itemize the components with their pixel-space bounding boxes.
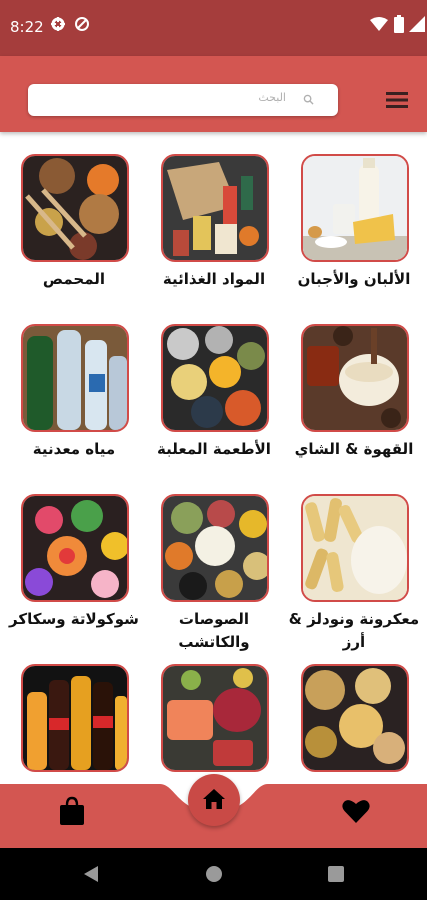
settings-icon bbox=[51, 17, 65, 31]
category-label: القهوة & الشاي bbox=[294, 440, 414, 458]
status-time: 8:22 bbox=[10, 18, 44, 36]
bag-icon[interactable] bbox=[58, 796, 86, 826]
category-label: المحمص bbox=[42, 270, 106, 288]
status-bar: 8:22 bbox=[0, 0, 427, 56]
category-image-canned bbox=[161, 324, 269, 432]
category-label: الأطعمة المعلبة bbox=[157, 440, 271, 458]
menu-icon[interactable] bbox=[386, 92, 408, 108]
category-image-groceries bbox=[161, 154, 269, 262]
category-label: معكرونة ونودلز & أرز bbox=[288, 610, 420, 651]
category-image-drinks bbox=[21, 664, 129, 772]
app-bar: البحث bbox=[0, 56, 427, 132]
home-button[interactable] bbox=[188, 774, 240, 826]
home-nav-icon[interactable] bbox=[205, 865, 223, 883]
search-placeholder: البحث bbox=[258, 91, 286, 104]
battery-icon bbox=[394, 15, 404, 33]
category-image-sauces bbox=[161, 494, 269, 602]
category-label: الألبان والأجبان bbox=[297, 270, 411, 288]
category-label: شوكولاتة وسكاكر bbox=[9, 610, 139, 628]
category-image-meat bbox=[161, 664, 269, 772]
category-image-snacks bbox=[301, 664, 409, 772]
category-label: الصوصات والكاتشب bbox=[178, 610, 250, 651]
data-saver-icon bbox=[75, 17, 89, 31]
category-image-roastery bbox=[21, 154, 129, 262]
category-image-coffee-tea bbox=[301, 324, 409, 432]
system-nav-bar bbox=[0, 848, 427, 900]
category-label: المواد الغذائية bbox=[162, 270, 266, 288]
wifi-icon bbox=[370, 17, 388, 31]
heart-icon[interactable] bbox=[342, 798, 370, 824]
home-icon bbox=[203, 789, 225, 809]
search-input[interactable]: البحث bbox=[28, 84, 338, 116]
category-image-sweets bbox=[21, 494, 129, 602]
recents-icon[interactable] bbox=[328, 866, 344, 882]
category-label: مياه معدنية bbox=[32, 440, 116, 458]
category-image-water bbox=[21, 324, 129, 432]
category-image-pasta bbox=[301, 494, 409, 602]
signal-icon bbox=[409, 16, 425, 32]
category-image-dairy bbox=[301, 154, 409, 262]
search-icon bbox=[303, 94, 314, 105]
back-icon[interactable] bbox=[84, 866, 98, 882]
